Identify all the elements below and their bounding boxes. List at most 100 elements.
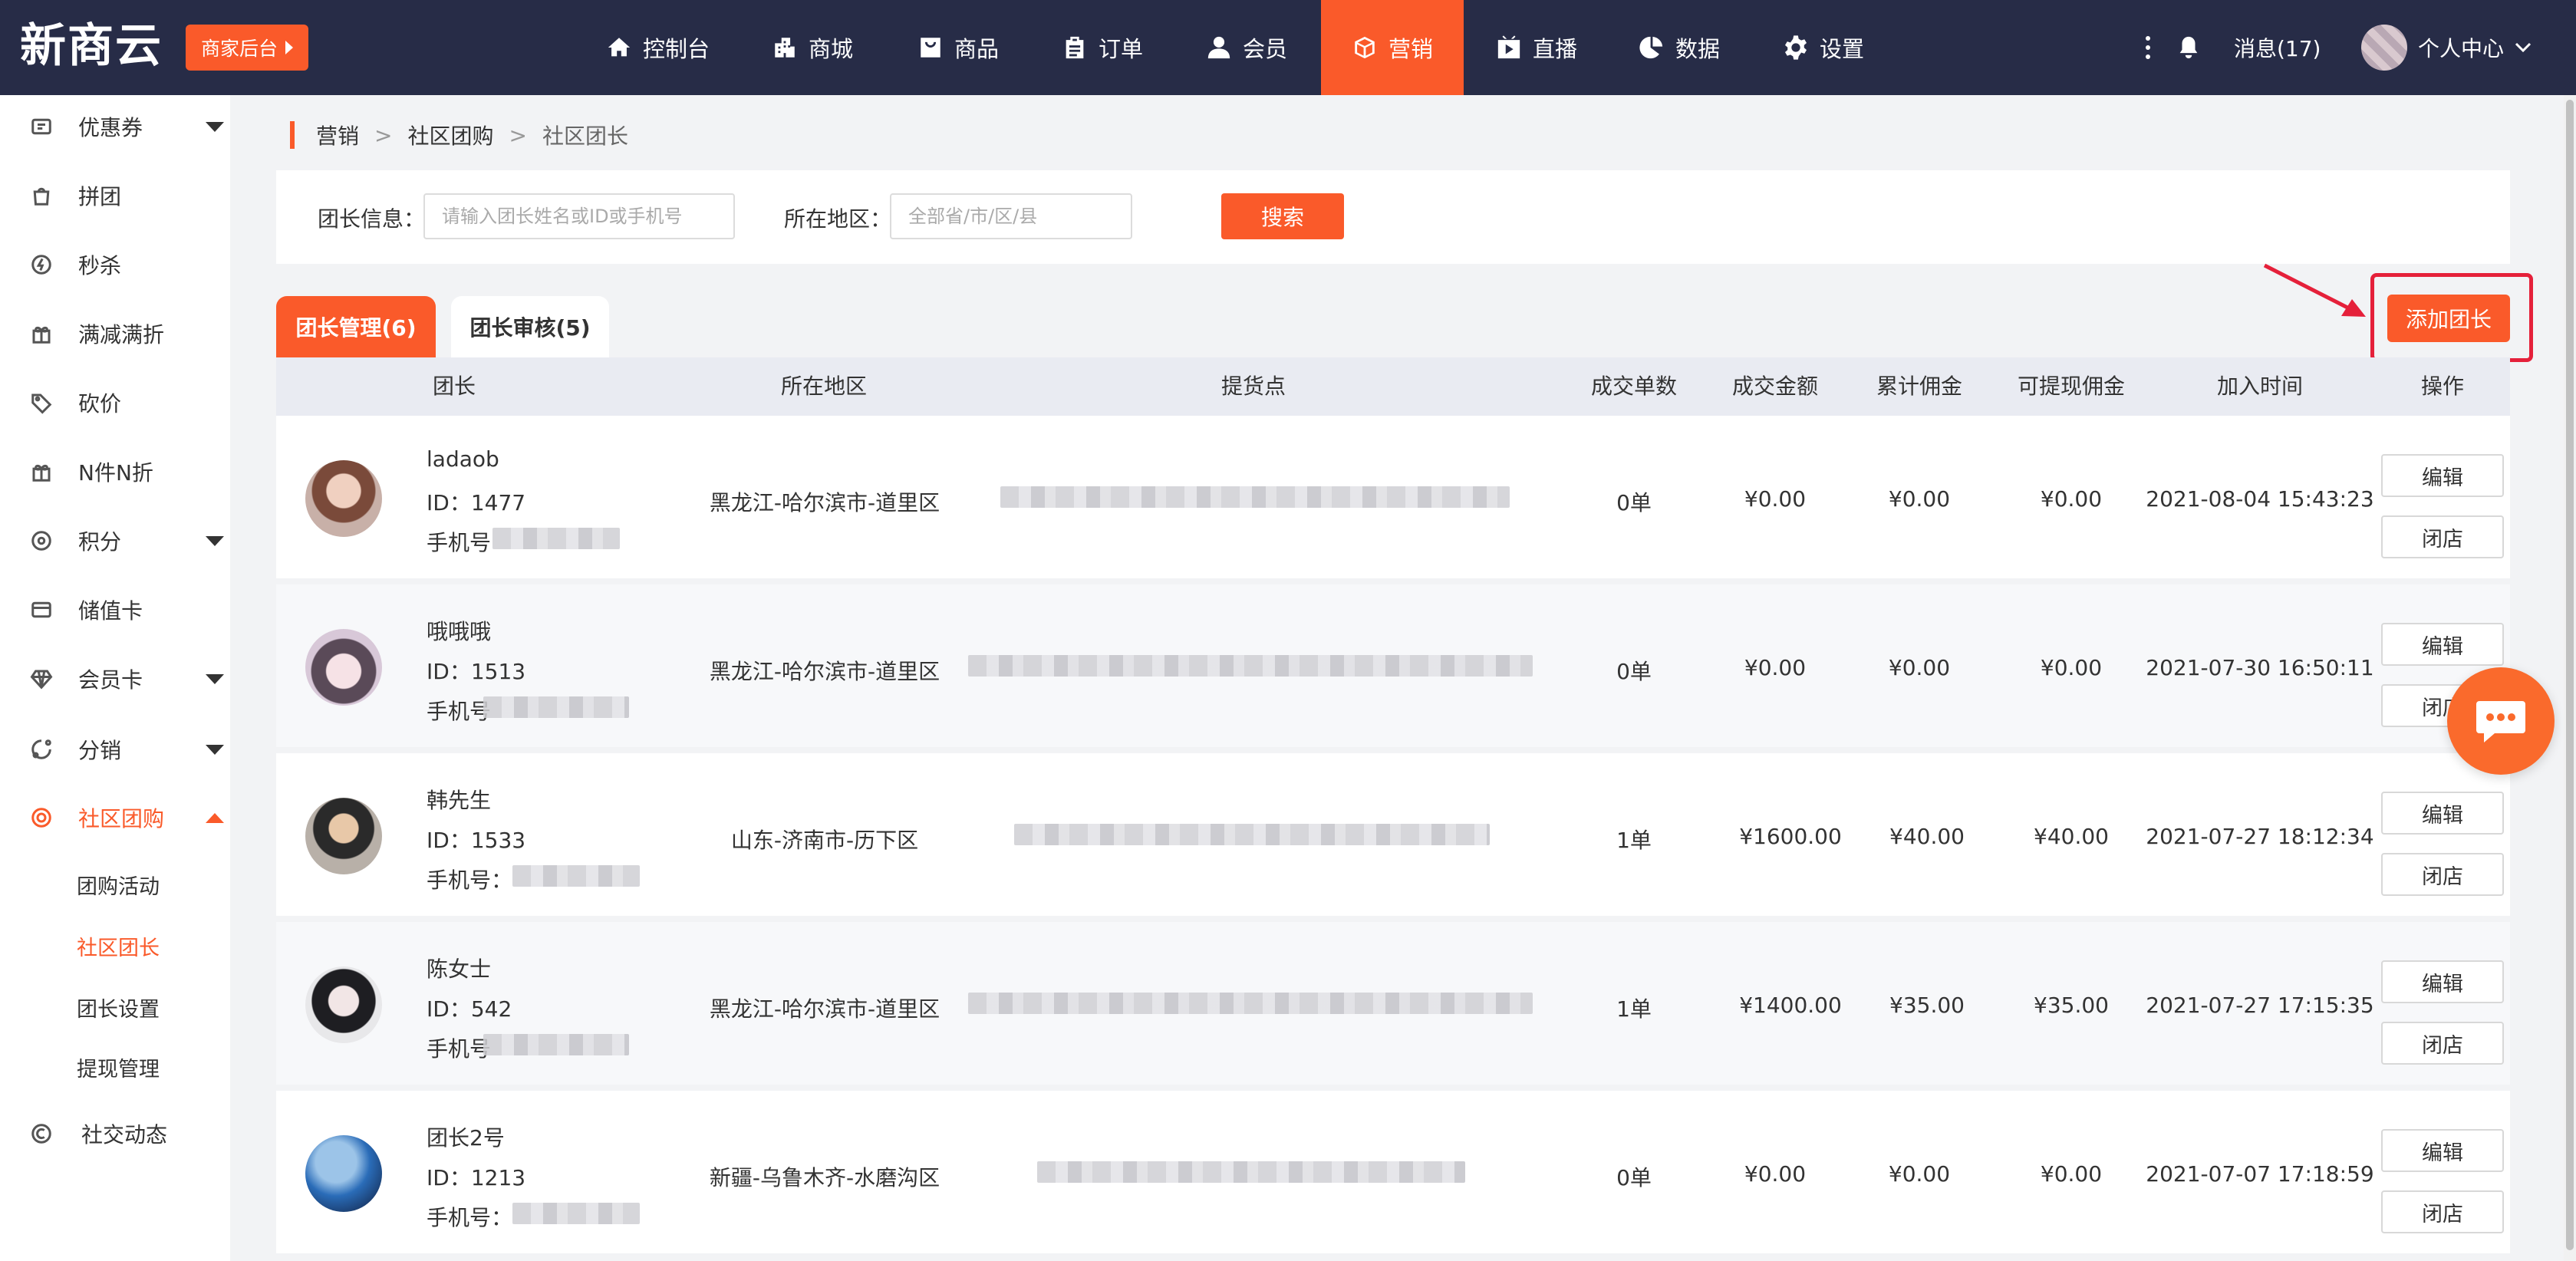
sidebar-item-community-group-buy[interactable]: 社区团购 (0, 795, 230, 841)
sidebar-item-discount[interactable]: 满减满折 (0, 311, 230, 357)
edit-button[interactable]: 编辑 (2381, 454, 2504, 497)
redacted-phone-number (483, 1034, 629, 1055)
scrollbar-thumb[interactable] (2566, 100, 2574, 1250)
nav-products[interactable]: 商品 (917, 0, 999, 95)
leader-region: 新疆-乌鲁木齐-水磨沟区 (709, 1165, 940, 1190)
sidebar-item-bargain[interactable]: 砍价 (0, 380, 230, 426)
column-header-leader: 团长 (432, 374, 476, 399)
leader-avatar (305, 1135, 382, 1212)
sidebar-item-points[interactable]: 积分 (0, 518, 230, 564)
add-leader-button[interactable]: 添加团长 (2387, 295, 2510, 342)
nav-live[interactable]: 直播 (1496, 0, 1577, 95)
nav-label: 数据 (1675, 36, 1721, 62)
transaction-amount: ¥0.00 (1744, 655, 1807, 680)
sidebar-subitem-group-buy-activity[interactable]: 团购活动 (77, 870, 160, 900)
breadcrumb-item-marketing[interactable]: 营销 (316, 120, 359, 150)
breadcrumb-item-community-group-buy[interactable]: 社区团购 (407, 120, 493, 150)
sidebar-item-member-card[interactable]: 会员卡 (0, 656, 230, 702)
redacted-phone-number (492, 528, 620, 549)
leader-phone-label: 手机号 (427, 530, 492, 555)
nav-orders[interactable]: 订单 (1062, 0, 1143, 95)
nav-label: 会员 (1243, 36, 1288, 62)
leader-avatar (305, 460, 382, 537)
sidebar-item-n-pieces-discount[interactable]: N件N折 (0, 449, 230, 495)
sidebar-item-distribution[interactable]: 分销 (0, 726, 230, 772)
nav-dashboard[interactable]: 控制台 (606, 0, 710, 95)
transaction-amount: ¥0.00 (1744, 486, 1807, 512)
edit-button[interactable]: 编辑 (2381, 960, 2504, 1003)
nav-label: 控制台 (643, 36, 710, 62)
withdrawable-commission: ¥0.00 (2040, 655, 2103, 680)
sidebar-item-social-feed[interactable]: 社交动态 (0, 1111, 230, 1157)
column-header-transaction-amount: 成交金额 (1731, 374, 1818, 399)
search-button[interactable]: 搜索 (1221, 193, 1344, 239)
messages-link[interactable]: 消息(17) (2234, 0, 2321, 95)
redacted-phone-number (512, 1203, 640, 1224)
close-store-button[interactable]: 闭店 (2381, 853, 2504, 896)
share-icon (31, 739, 51, 759)
breadcrumb-accent-bar (290, 121, 295, 149)
column-header-region: 所在地区 (780, 374, 867, 399)
app-logo[interactable]: 新商云 (20, 18, 163, 74)
home-icon (608, 38, 631, 57)
edit-button[interactable]: 编辑 (2381, 623, 2504, 666)
withdrawable-commission: ¥0.00 (2040, 1161, 2103, 1187)
customer-service-chat-button[interactable] (2447, 667, 2555, 775)
nav-marketing[interactable]: 营销 (1321, 0, 1464, 95)
more-menu-button[interactable] (2143, 0, 2153, 95)
withdrawable-commission: ¥35.00 (2034, 993, 2109, 1018)
leader-info-input[interactable]: 请输入团长姓名或ID或手机号 (423, 193, 735, 239)
join-time: 2021-08-04 15:43:23 (2146, 486, 2374, 512)
gift-icon (32, 326, 51, 344)
region-label: 所在地区： (784, 206, 892, 232)
user-center-menu[interactable]: 个人中心 (2361, 0, 2532, 95)
leader-phone-label: 手机号： (427, 1205, 513, 1230)
close-store-button[interactable]: 闭店 (2381, 515, 2504, 558)
nav-label: 商城 (809, 36, 854, 62)
sidebar: 优惠券 拼团 秒杀 满减满折 砍价 N件N折 积分 储值卡 会员卡 分销 社区团… (0, 95, 230, 1261)
nav-mall[interactable]: 商城 (772, 0, 853, 95)
region-select[interactable]: 全部省/市/区/县 (890, 193, 1132, 239)
top-navbar: 新商云 商家后台 控制台 商城 商品 订单 会员 营销 直播 数据 设置 消息(… (0, 0, 2576, 95)
notification-button[interactable] (2176, 0, 2202, 95)
redacted-pickup-point (1037, 1161, 1465, 1183)
sidebar-subitem-community-leaders[interactable]: 社区团长 (77, 931, 160, 961)
leader-id: ID：542 (427, 996, 512, 1022)
edit-button[interactable]: 编辑 (2381, 1129, 2504, 1172)
caret-up-icon (206, 812, 224, 823)
nav-members[interactable]: 会员 (1206, 0, 1287, 95)
merchant-backend-button[interactable]: 商家后台 (186, 25, 308, 71)
withdrawable-commission: ¥40.00 (2034, 824, 2109, 849)
sidebar-item-label: 会员卡 (78, 667, 143, 693)
nav-data[interactable]: 数据 (1639, 0, 1720, 95)
transaction-amount: ¥1600.00 (1739, 824, 1842, 849)
sidebar-item-coupons[interactable]: 优惠券 (0, 104, 230, 150)
card-icon (31, 601, 51, 618)
chat-bubble-icon (2476, 701, 2525, 742)
redacted-pickup-point (968, 993, 1533, 1014)
flash-icon (31, 255, 51, 275)
bag-icon (33, 187, 50, 206)
sidebar-item-flash-sale[interactable]: 秒杀 (0, 242, 230, 288)
gift-icon (32, 464, 51, 482)
table-header: 团长 所在地区 提货点 成交单数 成交金额 累计佣金 可提现佣金 加入时间 操作 (276, 357, 2510, 416)
redacted-pickup-point (1014, 824, 1490, 845)
order-count: 1单 (1616, 996, 1652, 1022)
redacted-pickup-point (968, 655, 1533, 677)
close-store-button[interactable]: 闭店 (2381, 1022, 2504, 1065)
tab-leader-review[interactable]: 团长审核(5) (451, 296, 609, 357)
sidebar-subitem-leader-settings[interactable]: 团长设置 (77, 993, 160, 1022)
page-scrollbar[interactable] (2564, 95, 2576, 1261)
tab-leader-management[interactable]: 团长管理(6) (276, 296, 436, 357)
join-time: 2021-07-07 17:18:59 (2146, 1161, 2374, 1187)
tag-icon (31, 393, 52, 414)
nav-settings[interactable]: 设置 (1783, 0, 1864, 95)
edit-button[interactable]: 编辑 (2381, 792, 2504, 835)
sidebar-item-stored-value-card[interactable]: 储值卡 (0, 587, 230, 633)
total-commission: ¥0.00 (1888, 1161, 1951, 1187)
join-time: 2021-07-30 16:50:11 (2146, 655, 2374, 680)
sidebar-item-group-buy[interactable]: 拼团 (0, 173, 230, 219)
leader-region: 山东-济南市-历下区 (730, 828, 919, 853)
sidebar-subitem-withdrawal-management[interactable]: 提现管理 (77, 1052, 160, 1082)
close-store-button[interactable]: 闭店 (2381, 1190, 2504, 1233)
